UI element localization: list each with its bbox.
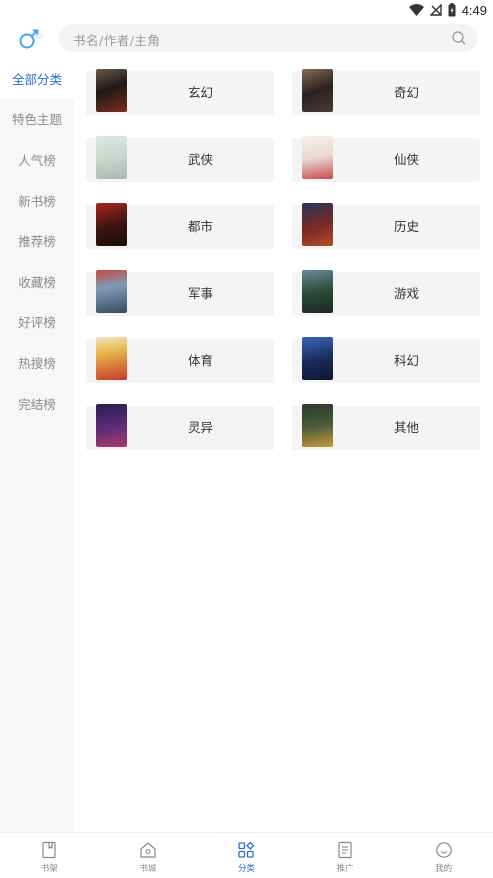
nav-label: 书城 bbox=[139, 864, 157, 874]
nav-label: 书架 bbox=[40, 864, 58, 874]
nav-label: 推广 bbox=[336, 864, 354, 874]
category-card-qihuan[interactable]: 奇幻 bbox=[292, 69, 480, 115]
gender-toggle-button[interactable] bbox=[16, 24, 46, 54]
bottom-nav: 书架 书城 分类 推广 我的 bbox=[0, 832, 493, 878]
book-cover bbox=[302, 69, 333, 112]
category-card-youxi[interactable]: 游戏 bbox=[292, 270, 480, 316]
wifi-icon bbox=[408, 4, 424, 16]
nav-label: 分类 bbox=[237, 864, 255, 874]
category-card-wuxia[interactable]: 武侠 bbox=[86, 136, 274, 182]
nav-label: 我的 bbox=[435, 864, 453, 874]
book-cover bbox=[96, 270, 127, 313]
bookstore-icon bbox=[140, 842, 156, 858]
nav-bookshelf[interactable]: 书架 bbox=[0, 833, 99, 878]
book-cover bbox=[302, 337, 333, 380]
sidebar-item-popularity-rank[interactable]: 人气榜 bbox=[0, 139, 74, 180]
category-card-xianxia[interactable]: 仙侠 bbox=[292, 136, 480, 182]
nav-category[interactable]: 分类 bbox=[197, 833, 296, 878]
nav-promotion[interactable]: 推广 bbox=[296, 833, 395, 878]
nav-bookstore[interactable]: 书城 bbox=[99, 833, 198, 878]
category-label: 科幻 bbox=[393, 353, 419, 368]
status-bar: 4:49 bbox=[0, 0, 493, 20]
book-cover bbox=[302, 203, 333, 246]
sidebar-item-new-books-rank[interactable]: 新书榜 bbox=[0, 180, 74, 221]
search-input[interactable]: 书名/作者/主角 bbox=[59, 24, 478, 52]
category-label: 都市 bbox=[187, 219, 213, 234]
no-signal-icon bbox=[429, 4, 442, 16]
book-cover bbox=[96, 404, 127, 447]
status-icons: 4:49 bbox=[408, 2, 487, 18]
nav-profile[interactable]: 我的 bbox=[394, 833, 493, 878]
battery-icon bbox=[448, 3, 456, 17]
category-icon bbox=[238, 841, 255, 858]
book-cover bbox=[302, 136, 333, 179]
category-label: 历史 bbox=[393, 219, 419, 234]
book-cover bbox=[96, 69, 127, 112]
category-card-kehuan[interactable]: 科幻 bbox=[292, 337, 480, 383]
category-label: 其他 bbox=[393, 420, 419, 435]
category-label: 灵异 bbox=[187, 420, 213, 435]
header: 书名/作者/主角 bbox=[0, 20, 493, 58]
book-cover bbox=[96, 337, 127, 380]
category-label: 奇幻 bbox=[393, 85, 419, 100]
book-cover bbox=[302, 270, 333, 313]
category-label: 玄幻 bbox=[187, 85, 213, 100]
sidebar-item-rating-rank[interactable]: 好评榜 bbox=[0, 302, 74, 343]
sidebar-item-recommend-rank[interactable]: 推荐榜 bbox=[0, 220, 74, 261]
category-label: 游戏 bbox=[393, 286, 419, 301]
sidebar-item-featured-themes[interactable]: 特色主题 bbox=[0, 99, 74, 140]
profile-icon bbox=[435, 842, 452, 858]
bookshelf-icon bbox=[42, 841, 56, 859]
category-label: 体育 bbox=[187, 353, 213, 368]
book-cover bbox=[302, 404, 333, 447]
category-label: 武侠 bbox=[187, 152, 213, 167]
category-card-junshi[interactable]: 军事 bbox=[86, 270, 274, 316]
sidebar-item-hot-search-rank[interactable]: 热搜榜 bbox=[0, 342, 74, 383]
status-time: 4:49 bbox=[461, 2, 487, 18]
category-label: 军事 bbox=[187, 286, 213, 301]
sidebar-item-all-categories[interactable]: 全部分类 bbox=[0, 58, 74, 99]
category-label: 仙侠 bbox=[393, 152, 419, 167]
sidebar-item-favorites-rank[interactable]: 收藏榜 bbox=[0, 261, 74, 302]
book-cover bbox=[96, 136, 127, 179]
book-cover bbox=[96, 203, 127, 246]
promotion-icon bbox=[338, 841, 352, 859]
category-card-dushi[interactable]: 都市 bbox=[86, 203, 274, 249]
category-card-lishi[interactable]: 历史 bbox=[292, 203, 480, 249]
sidebar: 全部分类 特色主题 人气榜 新书榜 推荐榜 收藏榜 好评榜 热搜榜 完结榜 bbox=[0, 58, 74, 832]
search-placeholder: 书名/作者/主角 bbox=[73, 33, 161, 48]
category-card-lingyi[interactable]: 灵异 bbox=[86, 404, 274, 450]
sidebar-item-completed-rank[interactable]: 完结榜 bbox=[0, 383, 74, 424]
category-card-qita[interactable]: 其他 bbox=[292, 404, 480, 450]
category-card-xuanhuan[interactable]: 玄幻 bbox=[86, 69, 274, 115]
category-card-tiyu[interactable]: 体育 bbox=[86, 337, 274, 383]
male-icon bbox=[19, 29, 43, 49]
search-icon[interactable] bbox=[451, 30, 467, 46]
